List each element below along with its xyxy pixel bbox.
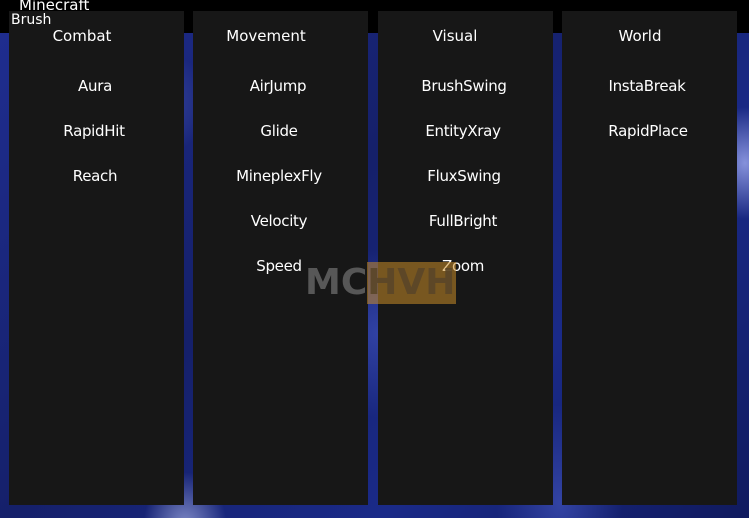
- panel-header-visual[interactable]: Visual: [433, 26, 478, 46]
- panel-combat: [9, 33, 184, 505]
- module-rapidplace[interactable]: RapidPlace: [608, 121, 688, 141]
- panel-header-combat[interactable]: Combat: [53, 26, 112, 46]
- module-speed[interactable]: Speed: [256, 256, 302, 276]
- watermark-logo: MC HVH: [305, 262, 457, 304]
- module-mineplexfly[interactable]: MineplexFly: [236, 166, 322, 186]
- panel-header-world[interactable]: World: [619, 26, 662, 46]
- module-fullbright[interactable]: FullBright: [429, 211, 497, 231]
- panel-header-movement[interactable]: Movement: [226, 26, 305, 46]
- watermark-part1: MC: [305, 262, 368, 303]
- module-aura[interactable]: Aura: [78, 76, 112, 96]
- client-title: Brush: [11, 12, 52, 28]
- module-rapidhit[interactable]: RapidHit: [63, 121, 125, 141]
- module-entityxray[interactable]: EntityXray: [425, 121, 501, 141]
- module-airjump[interactable]: AirJump: [250, 76, 307, 96]
- module-glide[interactable]: Glide: [260, 121, 298, 141]
- module-velocity[interactable]: Velocity: [251, 211, 308, 231]
- module-fluxswing[interactable]: FluxSwing: [427, 166, 501, 186]
- watermark-part2: HVH: [367, 262, 457, 304]
- module-brushswing[interactable]: BrushSwing: [421, 76, 507, 96]
- module-instabreak[interactable]: InstaBreak: [608, 76, 685, 96]
- module-reach[interactable]: Reach: [73, 166, 118, 186]
